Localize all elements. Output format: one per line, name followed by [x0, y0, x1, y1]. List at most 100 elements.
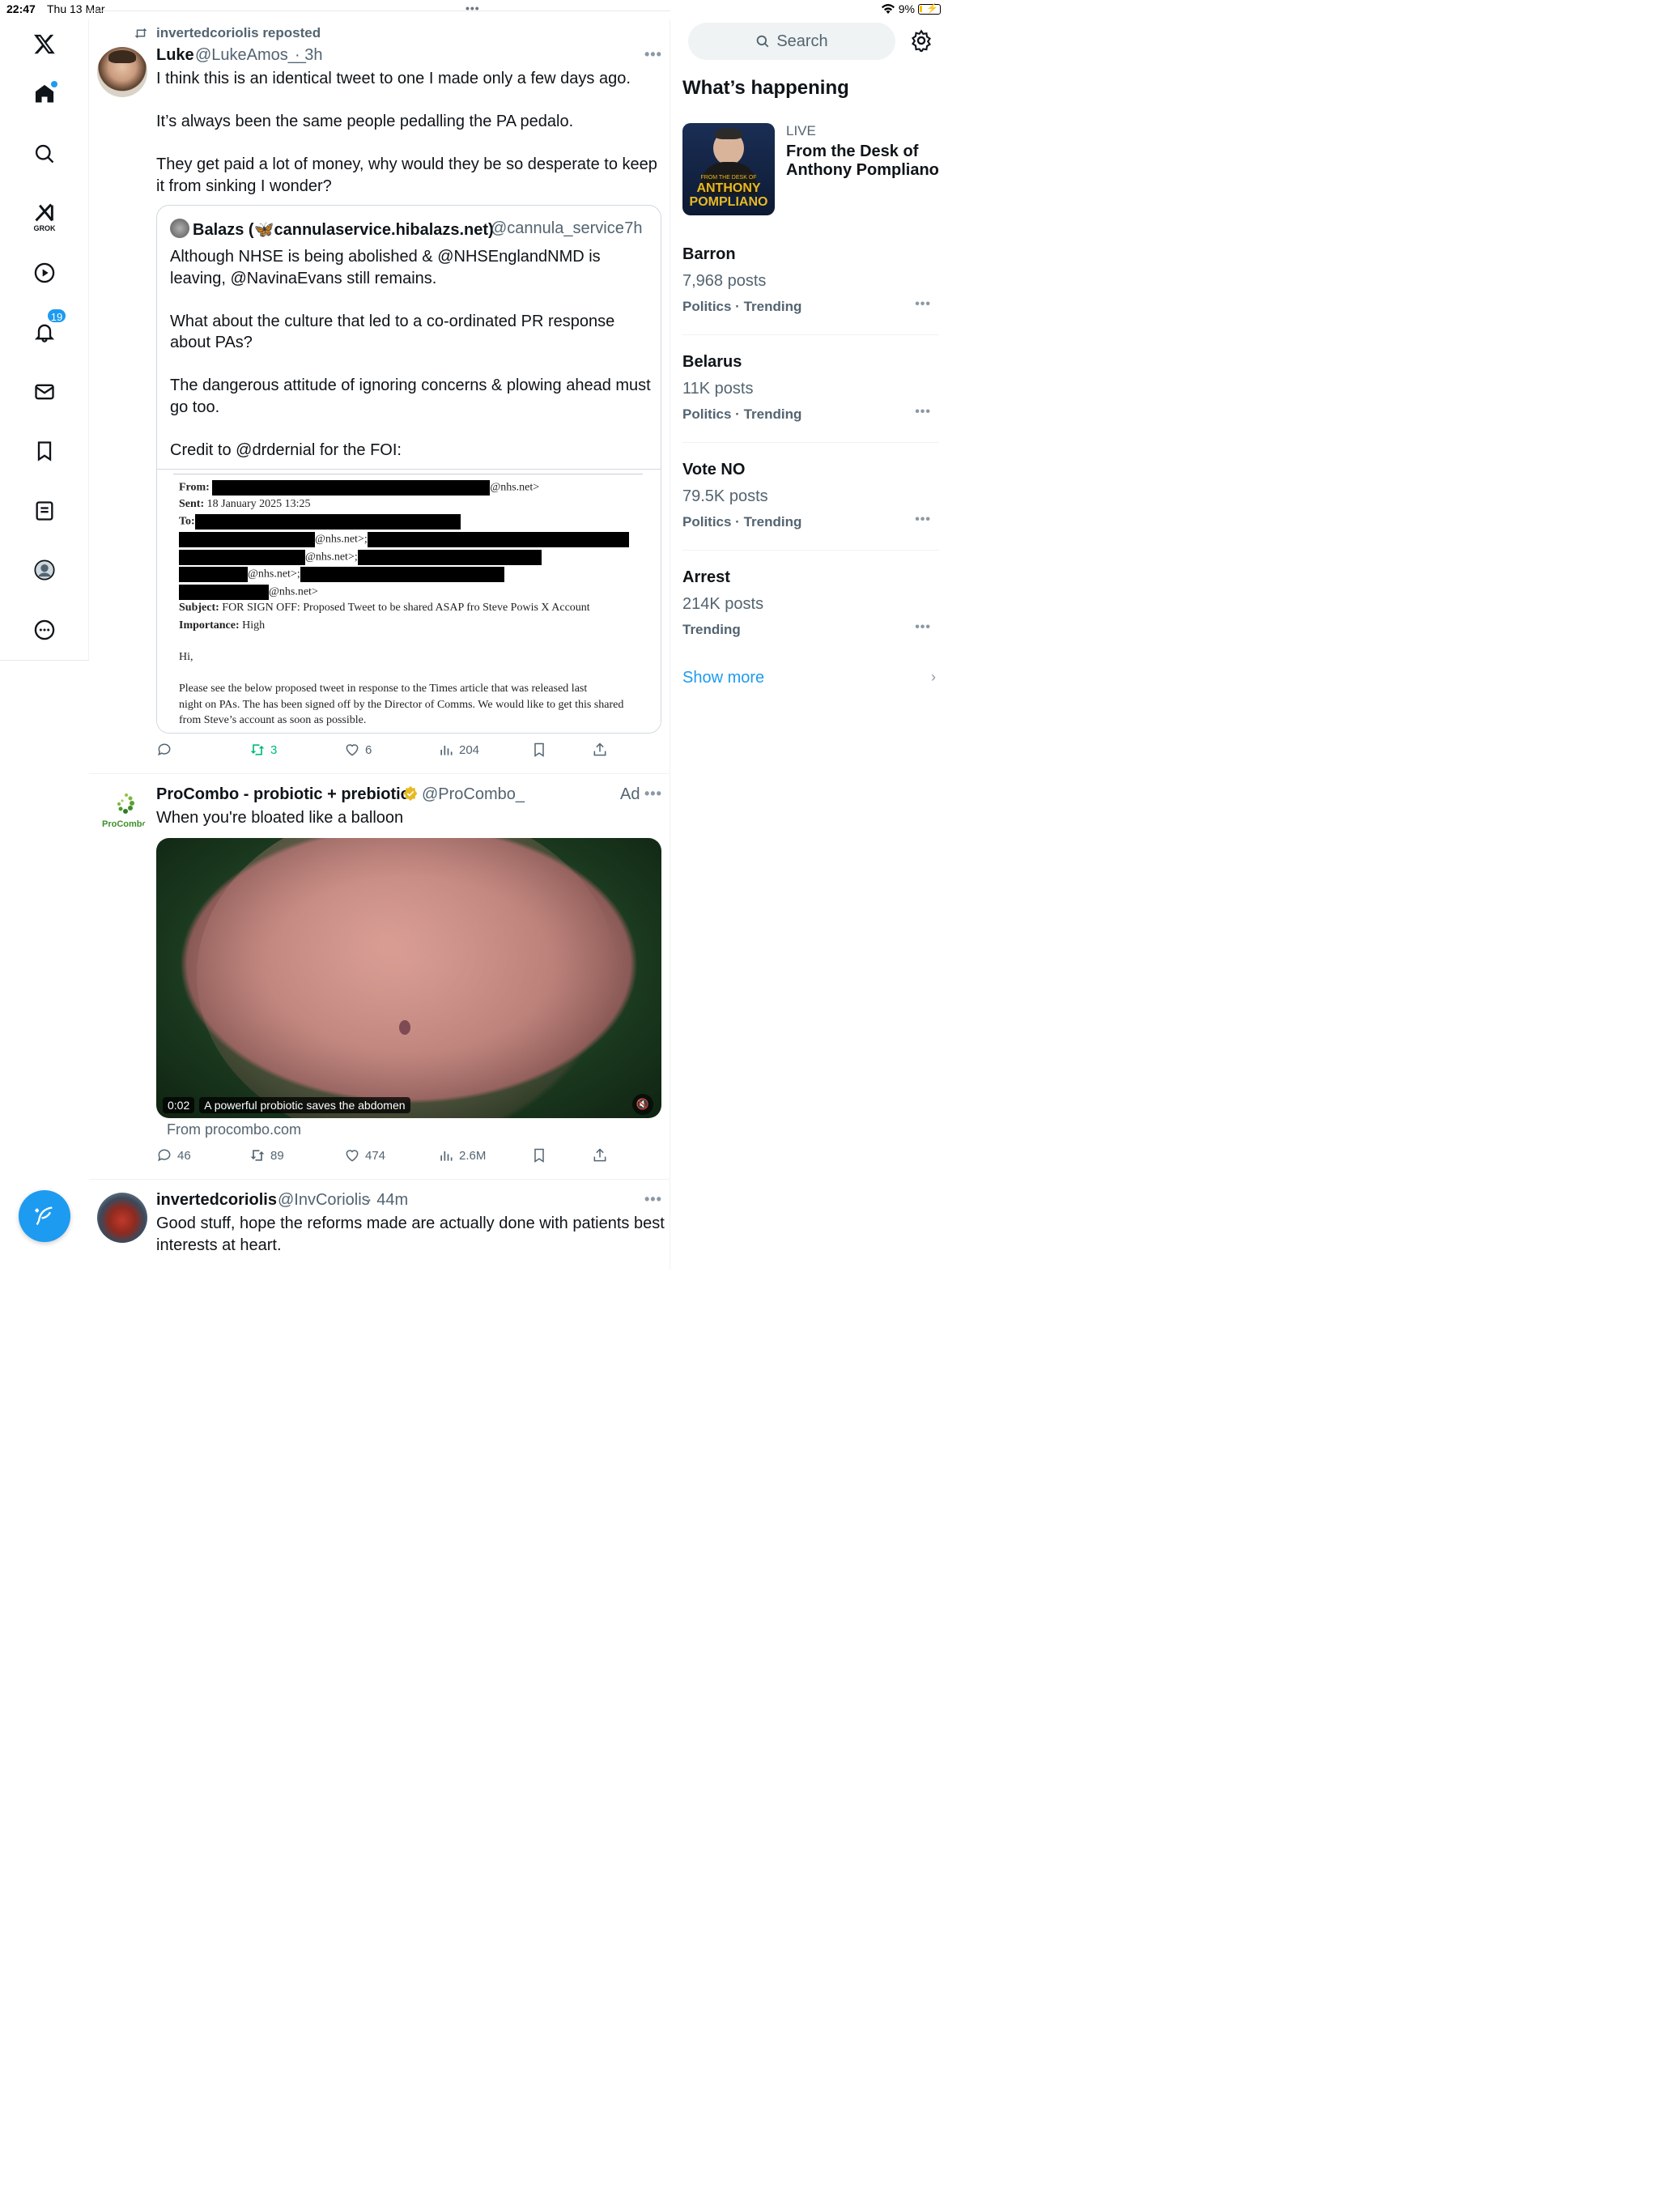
- ad-author-handle[interactable]: @ProCombo_: [422, 785, 525, 804]
- mute-speaker-icon[interactable]: 🔇: [632, 1094, 653, 1115]
- live-title[interactable]: From the Desk of Anthony Pompliano: [786, 143, 940, 180]
- quote-author-name: Balazs (🦋cannulaservice.hibalazs.net): [193, 221, 494, 239]
- navel: [399, 1020, 410, 1035]
- trend-more-icon[interactable]: •••: [915, 405, 931, 419]
- avatar-balazs: [170, 219, 189, 238]
- show-more-link[interactable]: Show more: [682, 669, 764, 687]
- reply-icon: [158, 1149, 171, 1162]
- ad-reply-count: 46: [177, 1148, 191, 1163]
- views-button[interactable]: 204: [438, 742, 479, 758]
- share-icon: [593, 742, 606, 756]
- repost-icon: [250, 744, 265, 755]
- trend-more-icon[interactable]: •••: [915, 297, 931, 312]
- grok-label: GROK: [33, 224, 56, 232]
- trend-name: Vote NO: [682, 461, 746, 479]
- live-thumb-small: FROM THE DESK OF: [700, 175, 757, 181]
- x-logo-icon[interactable]: [28, 28, 61, 60]
- notifications-bell-icon[interactable]: 19: [28, 308, 67, 348]
- like-button[interactable]: 6: [344, 742, 372, 758]
- live-label: LIVE: [786, 123, 816, 138]
- author-name[interactable]: Luke: [156, 46, 194, 65]
- bookmarks-icon[interactable]: [28, 435, 61, 467]
- right-sidebar: Search What’s happening FROM THE DESK OF…: [670, 19, 947, 1270]
- ad-label: Ad: [620, 785, 640, 803]
- reply-icon: [158, 743, 171, 756]
- ad-bookmark-button[interactable]: [531, 1147, 547, 1163]
- ad-share-button[interactable]: [592, 1147, 608, 1163]
- live-thumbnail[interactable]: FROM THE DESK OF ANTHONY POMPLIANO: [682, 123, 775, 215]
- views-chart-icon: [440, 1151, 453, 1161]
- explore-search-icon[interactable]: [28, 138, 61, 170]
- doc-addr-4: @nhs.net>: [269, 585, 318, 598]
- ad-views-count: 2.6M: [459, 1148, 487, 1163]
- lists-icon[interactable]: [28, 495, 61, 527]
- ad-author-name[interactable]: ProCombo - probiotic + prebiotic: [156, 785, 410, 804]
- more-options-icon[interactable]: •••: [644, 46, 662, 63]
- post-time[interactable]: · 3h: [295, 46, 322, 65]
- trend-item-arrest[interactable]: Arrest 214K posts Trending •••: [682, 568, 939, 638]
- ad-more-options-icon[interactable]: •••: [644, 785, 662, 802]
- trend-name: Belarus: [682, 353, 742, 371]
- clock: 22:47: [6, 2, 36, 15]
- avatar-luke[interactable]: [97, 47, 147, 97]
- tweet3-more-options-icon[interactable]: •••: [644, 1191, 662, 1208]
- chevron-right-icon[interactable]: ›: [931, 669, 936, 686]
- ad-video[interactable]: 0:02 A powerful probiotic saves the abdo…: [156, 838, 661, 1118]
- status-bar: 22:47 Thu 13 Mar ••• 9% ⚡: [0, 0, 947, 19]
- share-button[interactable]: [592, 742, 608, 758]
- search-input[interactable]: Search: [688, 23, 895, 60]
- ad-views-button[interactable]: 2.6M: [438, 1147, 486, 1163]
- ad-repost-button[interactable]: 89: [249, 1147, 284, 1163]
- ad-repost-count: 89: [270, 1148, 284, 1163]
- trend-more-icon[interactable]: •••: [915, 513, 931, 527]
- search-icon: [757, 35, 769, 48]
- battery-percent: 9%: [898, 2, 915, 15]
- verified-badge-icon: [402, 785, 419, 802]
- multitask-dots[interactable]: •••: [466, 2, 480, 15]
- video-play-icon[interactable]: [28, 257, 61, 289]
- timeline: invertedcoriolis reposted Luke @LukeAmos…: [89, 19, 670, 1270]
- settings-gear-icon[interactable]: [910, 29, 933, 52]
- trend-item-belarus[interactable]: Belarus 11K posts Politics · Trending ••…: [682, 353, 939, 423]
- doc-para-2: night on PAs. The has been signed off by…: [179, 699, 624, 711]
- ad-like-button[interactable]: 474: [344, 1147, 385, 1163]
- profile-avatar-icon[interactable]: [28, 554, 61, 586]
- home-icon[interactable]: [28, 78, 61, 110]
- trend-item-barron[interactable]: Barron 7,968 posts Politics · Trending •…: [682, 245, 939, 315]
- doc-subject-label: Subject:: [179, 602, 219, 614]
- trend-posts: 214K posts: [682, 595, 764, 613]
- tweet3-author-name[interactable]: invertedcoriolis: [156, 1191, 277, 1210]
- trend-more-icon[interactable]: •••: [915, 620, 931, 635]
- compose-post-button[interactable]: [19, 1190, 70, 1242]
- tweet3-author-handle[interactable]: @InvCoriolis: [278, 1191, 370, 1210]
- foi-document-image[interactable]: From: @nhs.net> Sent: 18 January 2025 13…: [157, 469, 661, 733]
- messages-mail-icon[interactable]: [28, 376, 61, 408]
- quote-text: Although NHSE is being abolished & @NHSE…: [170, 248, 651, 459]
- ad-actions: 46 89 474 2.6M: [156, 1147, 610, 1172]
- ad-reply-button[interactable]: 46: [156, 1147, 191, 1163]
- trend-item-vote-no[interactable]: Vote NO 79.5K posts Politics · Trending …: [682, 461, 939, 530]
- reply-button[interactable]: [156, 742, 172, 758]
- avatar-invertedcoriolis[interactable]: [97, 1193, 147, 1243]
- trend-name: Arrest: [682, 568, 730, 586]
- author-handle[interactable]: @LukeAmos__: [195, 46, 306, 65]
- doc-addr-1: @nhs.net>;: [315, 533, 368, 546]
- doc-from-suffix: @nhs.net>: [490, 481, 540, 494]
- doc-subject-value: FOR SIGN OFF: Proposed Tweet to be share…: [222, 602, 590, 614]
- tweet3-text: Good stuff, hope the reforms made are ac…: [156, 1214, 665, 1254]
- views-chart-icon: [440, 746, 453, 755]
- bookmark-button[interactable]: [531, 742, 547, 758]
- more-options-icon[interactable]: [28, 614, 61, 646]
- heart-icon: [346, 744, 359, 756]
- repost-button[interactable]: 3: [249, 742, 277, 758]
- quoted-tweet[interactable]: Balazs (🦋cannulaservice.hibalazs.net) @c…: [156, 205, 661, 734]
- repost-attribution[interactable]: invertedcoriolis reposted: [156, 25, 321, 41]
- grok-icon[interactable]: GROK: [28, 197, 61, 232]
- doc-importance-value: High: [242, 619, 266, 632]
- doc-sent-value: 18 January 2025 13:25: [206, 498, 311, 510]
- ad-source-link[interactable]: From procombo.com: [167, 1121, 301, 1138]
- avatar-procombo[interactable]: ProCombo: [97, 787, 147, 837]
- doc-sent-label: Sent:: [179, 498, 205, 510]
- repost-count: 3: [270, 742, 278, 757]
- tweet3-time[interactable]: · 44m: [367, 1191, 408, 1210]
